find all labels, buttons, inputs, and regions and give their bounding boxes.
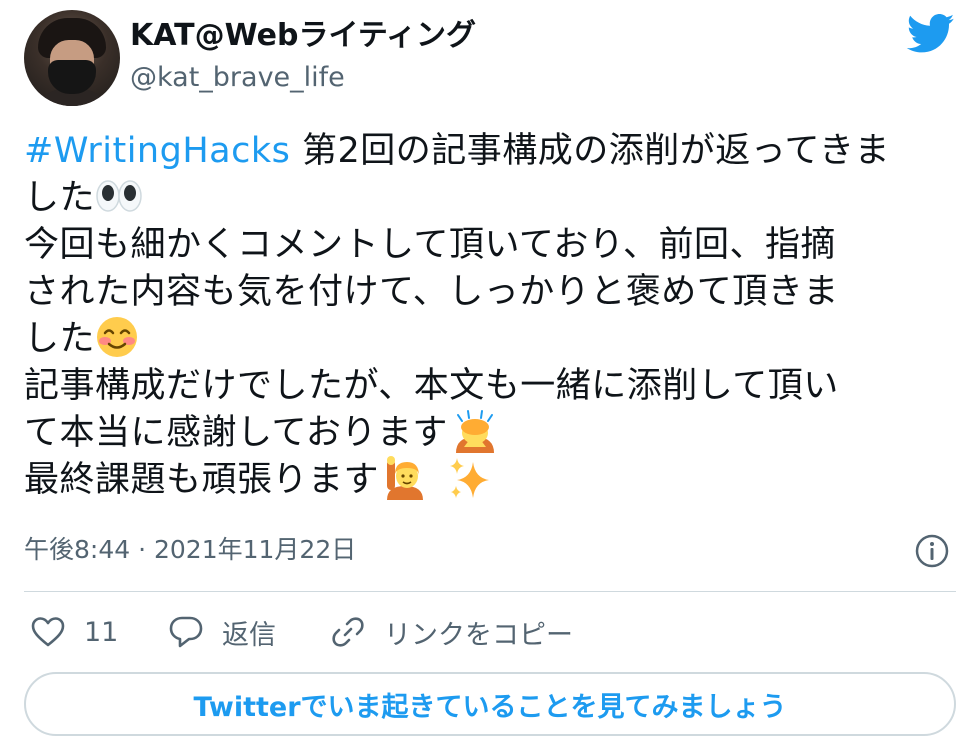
twitter-bird-icon[interactable]: [906, 14, 956, 54]
hashtag-link[interactable]: #WritingHacks: [24, 131, 290, 171]
explore-twitter-button[interactable]: Twitterでいま起きていることを見てみましょう: [24, 672, 956, 736]
tweet-text: #WritingHacks 第2回の記事構成の添削が返ってきま した 今回も細か…: [24, 128, 956, 504]
reply-label: 返信: [222, 619, 276, 651]
tweet-line-6: 記事構成だけでしたが、本文も一緒に添削して頂い: [24, 366, 839, 406]
eyes-emoji: [96, 180, 142, 212]
raising-hand-person-emoji: [387, 456, 424, 500]
author-display-name[interactable]: KAT@Webライティング: [130, 18, 476, 54]
tweet-line-4: された内容も気を付けて、しっかりと褒めて頂きま: [24, 272, 839, 312]
link-icon: [332, 617, 364, 647]
tweet-line-2: した: [24, 175, 956, 222]
copy-link-label: リンクをコピー: [384, 619, 573, 651]
tweet-line-8-text: 最終課題も頑張ります: [24, 460, 380, 500]
tweet-timestamp[interactable]: 午後8:44 · 2021年11月22日: [24, 534, 356, 566]
tweet-line-5: した: [24, 316, 956, 363]
tweet-line-3: 今回も細かくコメントして頂いており、前回、指摘: [24, 225, 836, 265]
tweet-line-7: て本当に感謝しております: [24, 410, 956, 457]
copy-link-button[interactable]: リンクをコピー: [330, 612, 573, 652]
reply-bubble-icon: [169, 616, 203, 648]
tweet-line-7-text: て本当に感謝しております: [24, 413, 448, 453]
smiling-blush-emoji: [97, 317, 138, 357]
tweet-line-5-text: した: [24, 319, 96, 359]
bowing-person-emoji: [455, 410, 494, 453]
tweet-line-1: #WritingHacks 第2回の記事構成の添削が返ってきま: [24, 128, 956, 175]
like-count: 11: [84, 616, 119, 648]
reply-button[interactable]: 返信: [168, 612, 276, 652]
tweet-line-2-text: した: [24, 178, 96, 218]
avatar[interactable]: [24, 10, 120, 106]
tweet-card: KAT@Webライティング @kat_brave_life #WritingHa…: [0, 0, 980, 756]
like-button[interactable]: 11: [30, 612, 118, 652]
tweet-line-8: 最終課題も頑張ります: [24, 456, 956, 504]
sparkles-emoji: [450, 458, 490, 498]
heart-icon: [31, 617, 65, 647]
tweet-line-1-text: 第2回の記事構成の添削が返ってきま: [290, 131, 890, 171]
divider: [24, 591, 956, 592]
info-icon[interactable]: [914, 533, 950, 569]
author-handle[interactable]: @kat_brave_life: [130, 62, 345, 94]
